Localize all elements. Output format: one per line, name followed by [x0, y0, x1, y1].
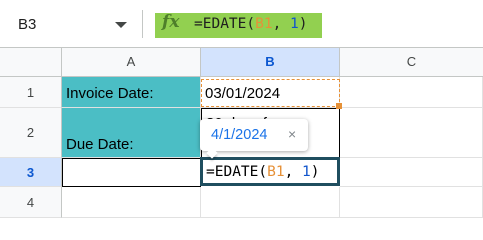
- cell-b3-formula: =EDATE(B1, 1): [206, 164, 320, 180]
- formula-input[interactable]: =EDATE(B1, 1): [194, 16, 308, 32]
- formula-number: 1: [290, 16, 299, 32]
- column-header-a[interactable]: A: [62, 48, 201, 76]
- row-header-3[interactable]: 3: [0, 158, 62, 187]
- row-header-2[interactable]: 2: [0, 108, 62, 158]
- cell-c3[interactable]: [340, 158, 483, 187]
- column-header-c[interactable]: C: [340, 48, 483, 76]
- chevron-down-icon[interactable]: [115, 22, 127, 28]
- formula-function: =EDATE(: [194, 16, 256, 32]
- select-all-corner[interactable]: [0, 48, 62, 76]
- cell-c2[interactable]: [340, 108, 483, 158]
- row-header-4[interactable]: 4: [0, 187, 62, 218]
- column-header-row: A B C: [0, 48, 483, 77]
- row-header-1[interactable]: 1: [0, 77, 62, 108]
- active-cell-b3-editor[interactable]: =EDATE(B1, 1): [200, 157, 340, 186]
- cell-c1[interactable]: [340, 77, 483, 108]
- spreadsheet-app: B3 fx =EDATE(B1, 1) A B C 1 2 3 4 Invoic…: [0, 0, 483, 219]
- formula-close-paren: ): [298, 16, 308, 32]
- name-box[interactable]: B3: [0, 0, 140, 48]
- formula-separator: ,: [272, 16, 291, 32]
- cell-b1-text: 03/01/2024: [205, 85, 281, 102]
- column-header-b[interactable]: B: [201, 48, 340, 76]
- editor-separator: ,: [284, 164, 303, 180]
- cell-a1[interactable]: Invoice Date:: [62, 77, 201, 108]
- close-icon[interactable]: ×: [288, 126, 296, 142]
- reference-handle[interactable]: [336, 103, 342, 109]
- name-box-value: B3: [18, 16, 37, 33]
- formula-reference: B1: [255, 16, 273, 32]
- cell-b1[interactable]: 03/01/2024: [201, 77, 340, 108]
- formula-bar: B3 fx =EDATE(B1, 1): [0, 0, 483, 48]
- editor-reference: B1: [267, 164, 285, 180]
- editor-number: 1: [302, 164, 311, 180]
- editor-function: =EDATE(: [206, 164, 268, 180]
- formula-result-preview: 4/1/2024 ×: [200, 119, 308, 159]
- formula-divider: [142, 10, 143, 38]
- preview-value: 4/1/2024: [211, 127, 268, 143]
- fx-icon: fx: [162, 12, 180, 32]
- cell-b4[interactable]: [201, 187, 340, 218]
- cell-a4[interactable]: [62, 187, 201, 218]
- cell-c4[interactable]: [340, 187, 483, 218]
- cell-a3[interactable]: [62, 158, 201, 187]
- editor-close-paren: ): [310, 164, 320, 180]
- cell-a2[interactable]: Due Date:: [62, 108, 201, 158]
- cell-a2-text: Due Date:: [66, 136, 134, 153]
- cell-a1-text: Invoice Date:: [66, 85, 154, 102]
